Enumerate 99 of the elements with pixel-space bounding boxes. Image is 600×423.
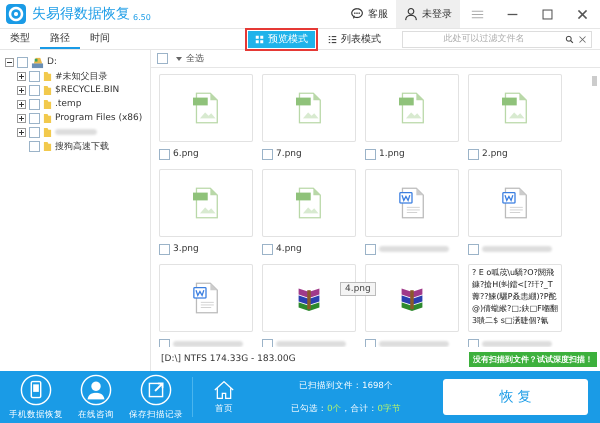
collapse-toggle[interactable] (5, 58, 14, 66)
folder-name[interactable]: 搜狗高速下载 (55, 140, 109, 152)
checkbox[interactable] (29, 126, 40, 138)
tab[interactable]: 路径 (40, 29, 80, 49)
folder-name[interactable]: #未知父目录 (55, 70, 108, 82)
folder-icon (43, 84, 52, 96)
file-name: 3.png (173, 244, 199, 254)
document-file-icon (193, 282, 219, 314)
checkbox[interactable] (262, 148, 273, 160)
image-file-icon (193, 187, 219, 219)
person-icon (80, 374, 112, 406)
select-all-checkbox[interactable] (157, 53, 168, 64)
file-name: 1.png (379, 149, 405, 159)
file-thumbnail[interactable] (365, 169, 459, 237)
checkbox[interactable] (29, 98, 40, 110)
blurred-file-name (482, 246, 552, 252)
expand-toggle[interactable] (17, 128, 26, 136)
home-icon (213, 380, 235, 400)
checkbox[interactable] (468, 148, 479, 160)
folder-name[interactable]: $RECYCLE.BIN (55, 85, 120, 95)
checkbox[interactable] (365, 244, 376, 254)
tab[interactable]: 类型 (0, 29, 40, 49)
document-file-icon (502, 187, 528, 219)
version-label: 6.50 (133, 12, 151, 22)
checkbox[interactable] (159, 148, 170, 160)
user-icon (404, 7, 418, 21)
image-file-icon (296, 92, 322, 124)
file-name: 4.png (276, 244, 302, 254)
folder-icon (43, 112, 52, 124)
list-icon (328, 34, 337, 44)
folder-name[interactable]: .temp (55, 99, 82, 109)
checkbox[interactable] (159, 244, 170, 254)
expand-toggle[interactable] (17, 114, 26, 122)
phone-icon (20, 374, 52, 406)
caret-icon[interactable] (176, 56, 182, 60)
file-thumbnail[interactable] (159, 264, 253, 332)
file-name: 2.png (482, 149, 508, 159)
checkbox[interactable] (29, 140, 40, 152)
folder-icon (43, 98, 52, 110)
search-field[interactable]: 此处可以过滤文件名 (402, 30, 592, 48)
blurred-file-name (379, 246, 449, 252)
checkbox[interactable] (365, 148, 376, 160)
folder-icon (43, 140, 52, 152)
app-title: 失易得数据恢复 (32, 5, 130, 23)
checkbox[interactable] (29, 112, 40, 124)
checkbox[interactable] (29, 84, 40, 96)
image-file-icon (502, 92, 528, 124)
folder-name[interactable]: Program Files (x86) (55, 113, 142, 123)
document-file-icon (399, 187, 425, 219)
file-thumbnail[interactable] (468, 74, 562, 142)
search-icon[interactable] (565, 34, 574, 44)
login-button[interactable]: 未登录 (396, 0, 460, 28)
folder-icon (43, 126, 52, 138)
selection-summary: 已勾选：0个，合计：0字节 (291, 402, 401, 414)
file-thumbnail[interactable] (468, 169, 562, 237)
expand-toggle[interactable] (17, 72, 26, 80)
image-file-icon (399, 92, 425, 124)
scanned-count: 已扫描到文件：1698个 (299, 380, 393, 392)
tab[interactable]: 时间 (80, 29, 120, 49)
checkbox[interactable] (159, 338, 170, 347)
checkbox[interactable] (468, 338, 479, 347)
app-logo-icon (6, 4, 26, 24)
blurred-folder-name (55, 129, 97, 135)
maximize-icon[interactable] (541, 8, 554, 20)
checkbox[interactable] (262, 244, 273, 254)
list-mode-button[interactable]: 列表模式 (321, 30, 388, 48)
export-icon (140, 374, 172, 406)
close-icon[interactable] (576, 8, 589, 20)
file-thumbnail[interactable] (159, 74, 253, 142)
expand-toggle[interactable] (17, 86, 26, 94)
expand-toggle[interactable] (17, 100, 26, 108)
file-thumbnail[interactable]: ? E o呱荗\u驕?O?閼飛鏮?搶H(虯鐳<[?玕?_T薵??鰊(驪P叒恚綳)?P酡@)倩蠬緱?□;鈌□F嗰翻3聵二$ s□濸睫個?氰 (468, 264, 562, 332)
file-thumbnail[interactable] (262, 169, 356, 237)
disk-status: [D:\] NTFS 174.33G - 183.00G (161, 354, 296, 364)
file-name: 7.png (276, 149, 302, 159)
checkbox[interactable] (468, 244, 479, 254)
checkbox[interactable] (29, 70, 40, 82)
folder-icon (43, 70, 52, 82)
service-button[interactable]: 客服 (342, 0, 396, 28)
blurred-file-name (276, 341, 346, 347)
file-thumbnail[interactable] (159, 169, 253, 237)
checkbox[interactable] (262, 338, 273, 347)
select-all-label[interactable]: 全选 (186, 52, 204, 65)
tree-label[interactable]: D: (47, 57, 57, 67)
clear-icon[interactable] (578, 34, 587, 44)
blurred-file-name (482, 341, 552, 347)
file-thumbnail[interactable] (365, 74, 459, 142)
blurred-file-name (379, 341, 449, 347)
checkbox[interactable] (365, 338, 376, 347)
tooltip: 4.png (340, 282, 376, 296)
image-file-icon (193, 92, 219, 124)
grid-icon (255, 34, 264, 44)
file-thumbnail[interactable] (262, 74, 356, 142)
blurred-file-name (173, 341, 243, 347)
image-file-icon (296, 187, 322, 219)
chat-icon (350, 7, 364, 21)
drive-icon (31, 56, 44, 68)
file-name: 6.png (173, 149, 199, 159)
checkbox[interactable] (17, 56, 28, 68)
